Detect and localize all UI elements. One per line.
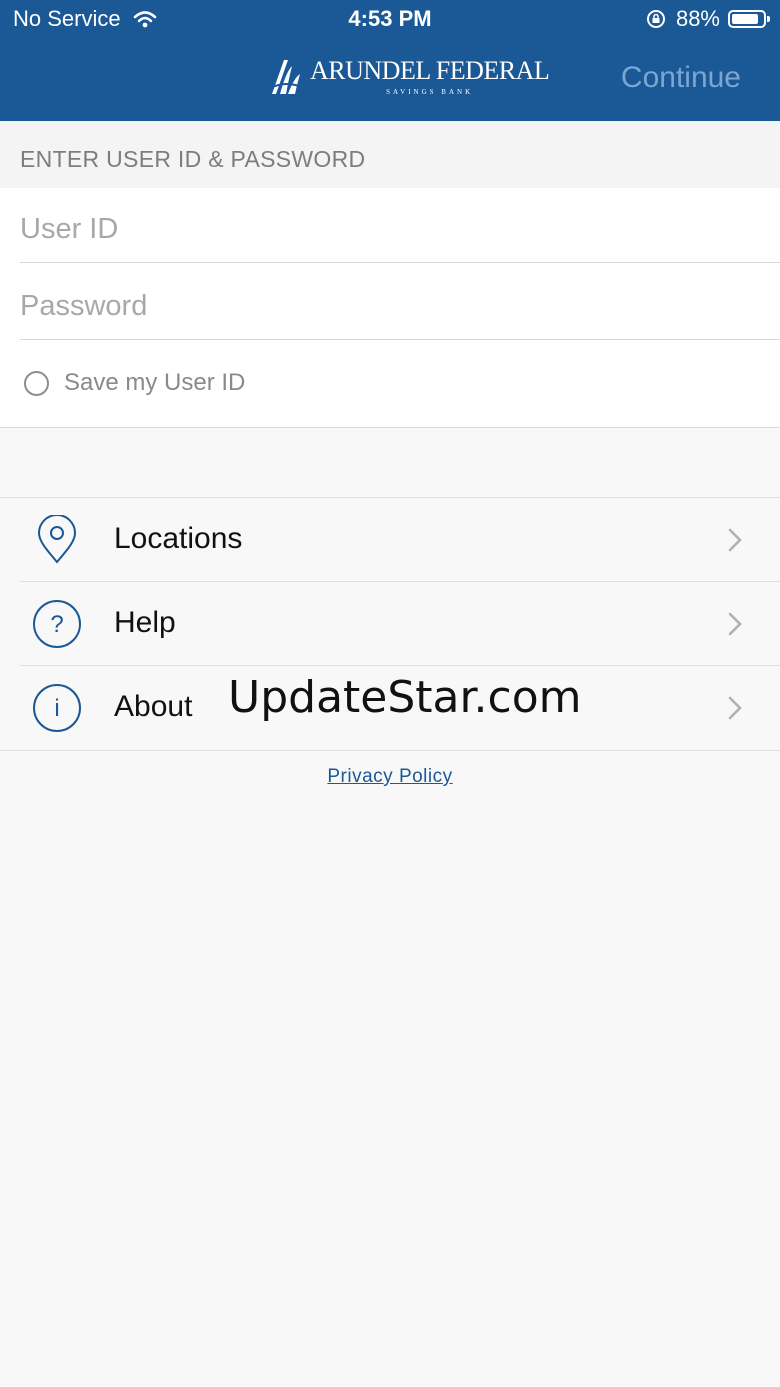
continue-button[interactable]: Continue (621, 61, 741, 95)
menu-item-locations[interactable]: Locations (0, 498, 780, 582)
chevron-right-icon (728, 696, 742, 720)
menu-item-label: Locations (114, 522, 243, 555)
user-id-input[interactable] (20, 191, 780, 267)
status-bar: No Service 4:53 PM 88% (0, 0, 780, 40)
section-title: ENTER USER ID & PASSWORD (20, 146, 366, 172)
save-user-id-toggle[interactable]: Save my User ID (24, 369, 245, 397)
chevron-right-icon (728, 612, 742, 636)
menu-item-label: About (114, 690, 193, 723)
rotation-lock-icon (646, 10, 665, 28)
privacy-footer: Privacy Policy (0, 766, 780, 788)
logo-subtitle: SAVINGS BANK (386, 88, 474, 96)
logo-mark-icon (270, 60, 304, 94)
chevron-right-icon (728, 528, 742, 552)
svg-text:?: ? (50, 611, 63, 638)
question-circle-icon: ? (33, 600, 81, 648)
save-user-id-radio[interactable] (24, 370, 49, 396)
bank-logo: ARUNDEL FEDERAL SAVINGS BANK (270, 56, 550, 98)
info-circle-icon: i (33, 684, 81, 732)
location-pin-icon (37, 515, 77, 564)
password-input[interactable] (20, 268, 780, 344)
divider (20, 262, 780, 263)
battery-percent: 88% (675, 6, 720, 31)
privacy-policy-link[interactable]: Privacy Policy (327, 766, 452, 787)
login-form: Save my User ID (0, 188, 780, 428)
divider (20, 339, 780, 340)
app-header: No Service 4:53 PM 88% ARUNDEL FEDERAL S… (0, 0, 780, 121)
watermark-text: UpdateStar.com (228, 672, 582, 723)
menu-item-help[interactable]: ? Help (0, 582, 780, 666)
login-section-header: ENTER USER ID & PASSWORD (0, 121, 780, 188)
save-user-id-label: Save my User ID (64, 369, 246, 396)
svg-text:i: i (54, 695, 59, 722)
battery-icon (728, 10, 770, 28)
menu-item-label: Help (114, 606, 176, 639)
logo-name: ARUNDEL FEDERAL (310, 56, 550, 85)
